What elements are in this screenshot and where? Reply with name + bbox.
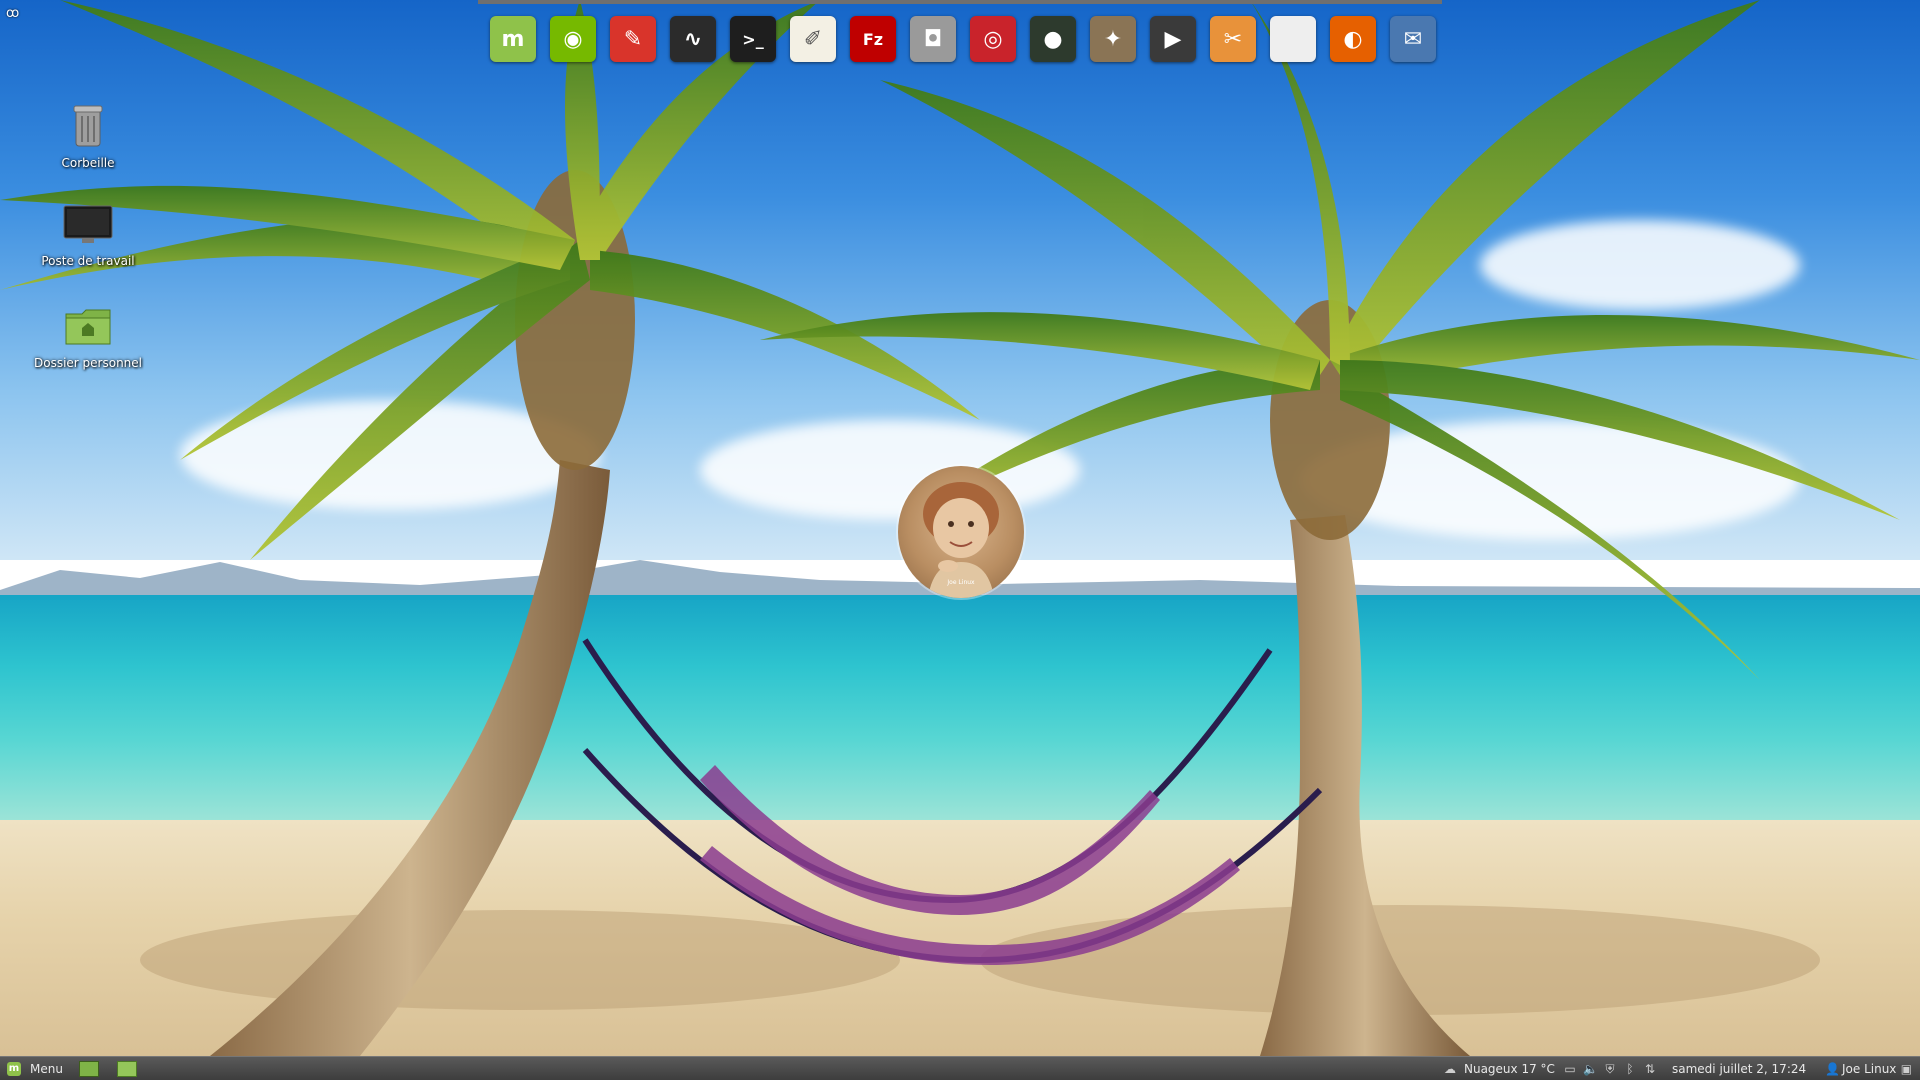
thunderbird-glyph: ✉ (1403, 26, 1423, 52)
computer-icon (63, 205, 113, 243)
firefox-icon[interactable]: ◐ (1330, 16, 1376, 62)
nvidia-glyph: ◉ (563, 26, 583, 52)
battery-icon[interactable]: ▭ (1563, 1062, 1577, 1076)
system-tray: ▭ 🔈 ⛨ ᛒ ⇅ (1560, 1057, 1660, 1080)
menu-button[interactable]: m Menu (4, 1057, 63, 1080)
firefox-glyph: ◐ (1343, 26, 1363, 52)
desktop-icon-home-folder[interactable]: Dossier personnel (28, 306, 148, 370)
desktop-icon-label: Poste de travail (41, 254, 135, 268)
weather-text: Nuageux 17 °C (1464, 1062, 1555, 1076)
webcam-icon[interactable]: ● (1030, 16, 1076, 62)
linux-mint-glyph: m (501, 26, 525, 52)
camera-icon[interactable]: ◘ (910, 16, 956, 62)
network-icon[interactable]: ⇅ (1643, 1062, 1657, 1076)
user-avatar-desklet[interactable]: Joe Linux (898, 466, 1024, 598)
weather-applet[interactable]: ☁ Nuageux 17 °C (1440, 1057, 1555, 1080)
filezilla-glyph: Fz (862, 29, 884, 49)
desktop-icon-label: Corbeille (61, 156, 115, 170)
linux-mint-icon[interactable]: m (490, 16, 536, 62)
blank-document-icon[interactable] (1270, 16, 1316, 62)
terminal-icon[interactable]: >_ (730, 16, 776, 62)
cloud-icon: ☁ (1444, 1062, 1456, 1076)
system-cleaner-glyph: ✎ (623, 26, 643, 52)
video-editor-glyph: ✂ (1223, 26, 1243, 52)
disc-burner-icon[interactable]: ◎ (970, 16, 1016, 62)
gimp-glyph: ✦ (1103, 26, 1123, 52)
terminal-glyph: >_ (742, 29, 764, 49)
desktop-icon-trash[interactable]: Corbeille (28, 102, 148, 170)
system-monitor-icon[interactable]: ∿ (670, 16, 716, 62)
filezilla-icon[interactable]: Fz (850, 16, 896, 62)
camera-glyph: ◘ (923, 26, 943, 52)
avatar-caption: Joe Linux (947, 579, 975, 586)
bottom-panel: m Menu ☁ Nuageux 17 °C ▭ 🔈 ⛨ ᛒ ⇅ samedi … (0, 1056, 1920, 1080)
linux-mint-icon: m (7, 1062, 21, 1076)
text-editor-icon[interactable]: ✐ (790, 16, 836, 62)
shield-icon[interactable]: ⛨ (1603, 1062, 1617, 1076)
video-editor-icon[interactable]: ✂ (1210, 16, 1256, 62)
thunderbird-icon[interactable]: ✉ (1390, 16, 1436, 62)
webcam-glyph: ● (1043, 26, 1063, 52)
nvidia-icon[interactable]: ◉ (550, 16, 596, 62)
desktop: ꝏ Corbeille Poste de travail Dossier per… (0, 0, 1920, 1080)
disc-burner-glyph: ◎ (983, 26, 1003, 52)
user-applet[interactable]: 👤 Joe Linux ▣ (1822, 1057, 1916, 1080)
desktop-icon (79, 1061, 99, 1077)
app-dock: m ◉ ✎ ∿ >_ ✐ Fz ◘ ◎ ● ✦ ▶ ✂ ◐ ✉ (478, 0, 1442, 64)
user-name: Joe Linux (1842, 1062, 1897, 1076)
file-manager-launcher[interactable] (114, 1057, 140, 1080)
show-desktop-button[interactable] (76, 1057, 102, 1080)
volume-icon[interactable]: 🔈 (1583, 1062, 1598, 1076)
workspace-icon[interactable]: ▣ (1899, 1062, 1913, 1076)
gimp-icon[interactable]: ✦ (1090, 16, 1136, 62)
clock-text: samedi juillet 2, 17:24 (1672, 1062, 1807, 1076)
video-player-glyph: ▶ (1164, 26, 1182, 52)
system-cleaner-icon[interactable]: ✎ (610, 16, 656, 62)
home-folder-icon (65, 309, 111, 345)
trash-icon (73, 105, 103, 147)
desktop-icon-computer[interactable]: Poste de travail (28, 204, 148, 268)
bluetooth-icon[interactable]: ᛒ (1623, 1062, 1637, 1076)
folder-icon (117, 1061, 137, 1077)
clock-applet[interactable]: samedi juillet 2, 17:24 (1672, 1057, 1806, 1080)
system-monitor-glyph: ∿ (683, 26, 703, 52)
user-icon: 👤 (1825, 1062, 1840, 1076)
menu-label: Menu (30, 1062, 63, 1076)
desktop-icon-label: Dossier personnel (33, 356, 142, 370)
infinity-icon: ꝏ (6, 6, 20, 21)
video-player-icon[interactable]: ▶ (1150, 16, 1196, 62)
text-editor-glyph: ✐ (803, 26, 823, 52)
